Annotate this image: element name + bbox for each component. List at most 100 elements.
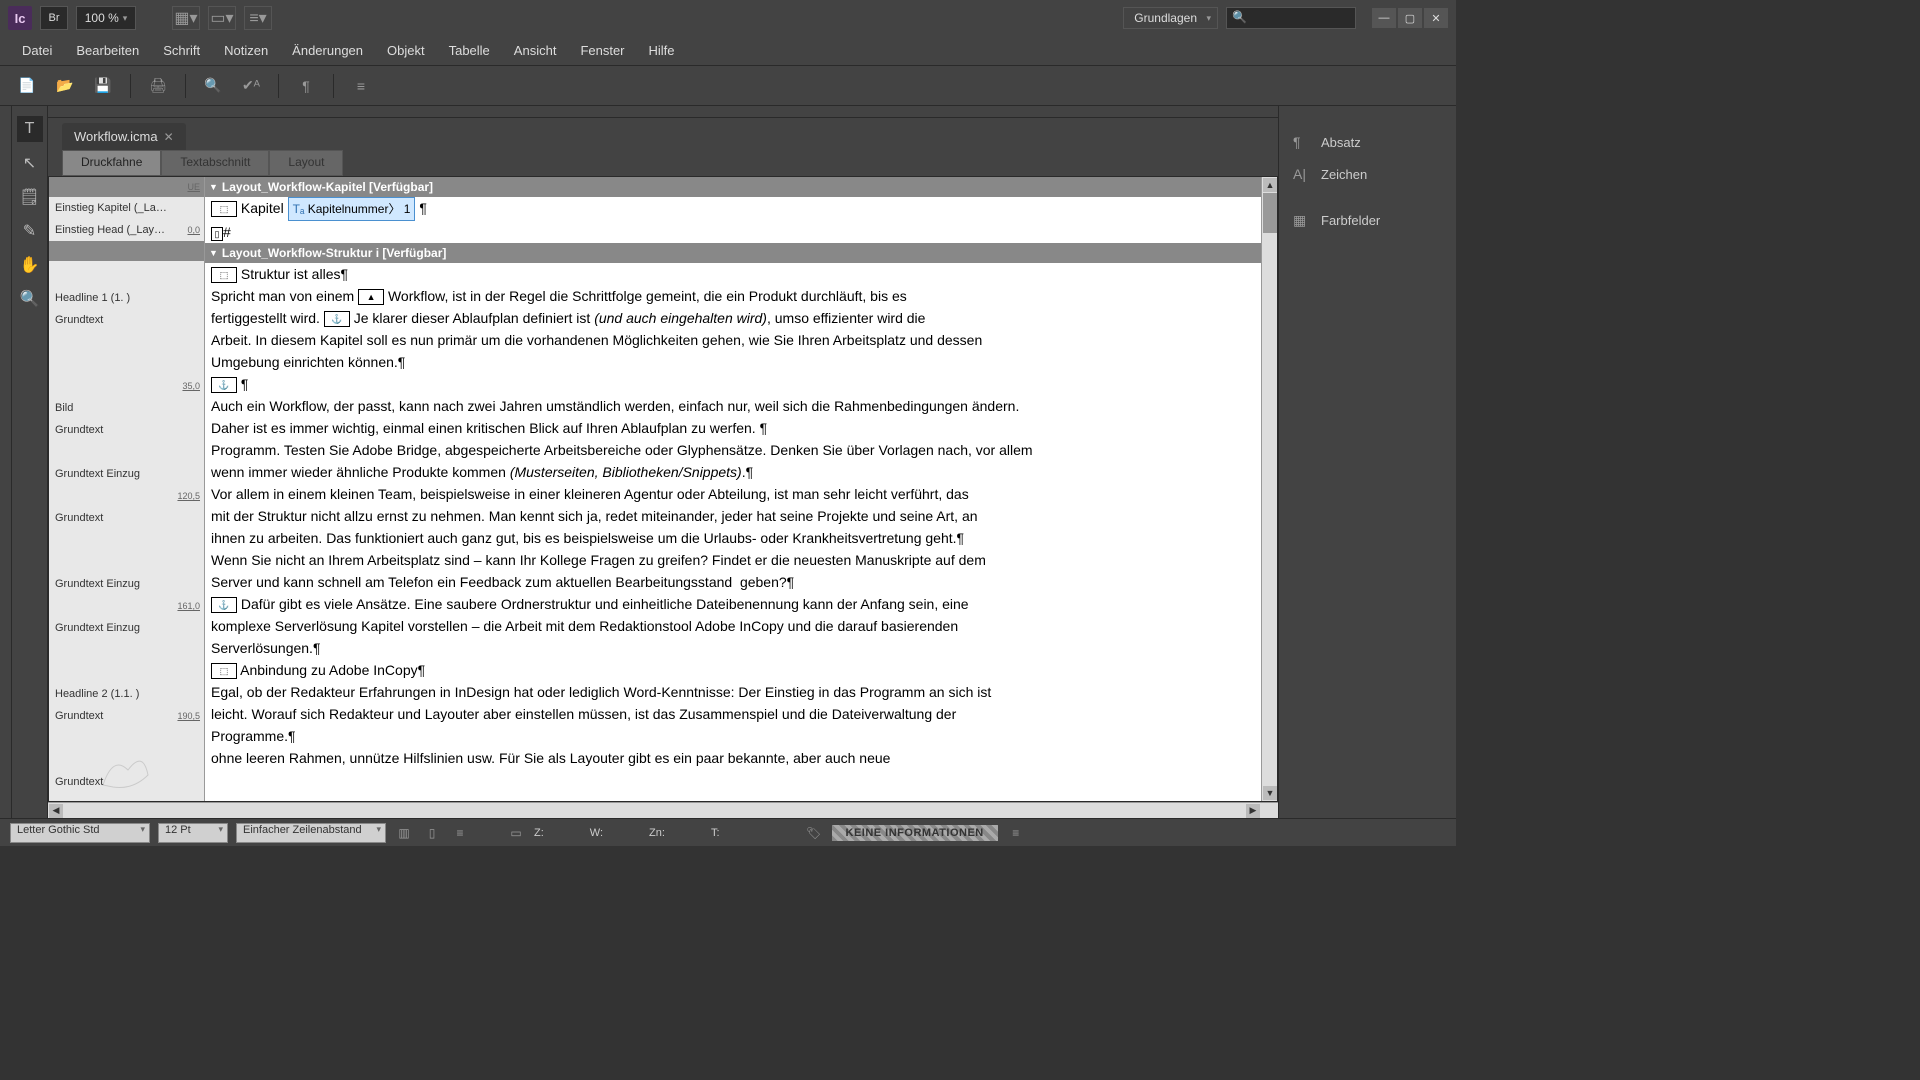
align-icon[interactable]: ≡ xyxy=(450,823,470,843)
anchored-object-marker[interactable]: ⬚ xyxy=(211,663,237,679)
document-tab[interactable]: Workflow.icma ✕ xyxy=(62,123,186,150)
right-panel-dock: ¶Absatz A|Zeichen ▦Farbfelder xyxy=(1278,106,1456,818)
hand-tool-icon[interactable]: ✋ xyxy=(17,252,43,278)
view-mode-tabs: Druckfahne Textabschnitt Layout xyxy=(48,150,1278,176)
assignment-status: KEINE INFORMATIONEN xyxy=(832,825,998,841)
anchored-object-marker[interactable]: ⚓ xyxy=(211,597,237,613)
menu-schrift[interactable]: Schrift xyxy=(153,39,210,62)
style-label[interactable]: Grundtext Einzug xyxy=(55,622,140,634)
stats-icon[interactable]: ▭ xyxy=(506,823,526,843)
panel-zeichen[interactable]: A|Zeichen xyxy=(1279,160,1456,188)
scroll-left-icon[interactable]: ◀ xyxy=(49,804,63,818)
menu-bearbeiten[interactable]: Bearbeiten xyxy=(66,39,149,62)
anchored-object-marker[interactable]: ⚓ xyxy=(211,377,237,393)
style-label[interactable]: Einstieg Kapitel (_La… xyxy=(55,202,167,214)
font-family-select[interactable]: Letter Gothic Std xyxy=(10,823,150,843)
screen-mode-flyout[interactable]: ▦▾ xyxy=(172,6,200,30)
swatches-icon: ▦ xyxy=(1293,212,1311,229)
view-tab-druckfahne[interactable]: Druckfahne xyxy=(62,150,161,176)
columns-icon[interactable]: ▥ xyxy=(394,823,414,843)
print-icon[interactable]: 🖨 xyxy=(143,73,173,99)
anchored-image-marker[interactable]: ▲ xyxy=(358,289,384,305)
page-icon[interactable]: ▯ xyxy=(422,823,442,843)
save-file-icon[interactable]: 💾 xyxy=(88,73,118,99)
note-tool-icon[interactable]: 🗒 xyxy=(17,184,43,210)
left-dock-strip[interactable] xyxy=(0,106,12,818)
paragraph-icon: ¶ xyxy=(1293,134,1311,150)
menu-ansicht[interactable]: Ansicht xyxy=(504,39,567,62)
z-label: Z: xyxy=(534,827,544,839)
anchored-object-marker[interactable]: ⚓ xyxy=(324,311,350,327)
direct-select-tool-icon[interactable]: ↖ xyxy=(17,150,43,176)
anchored-object-marker[interactable]: ⬚ xyxy=(211,201,237,217)
font-size-select[interactable]: 12 Pt xyxy=(158,823,228,843)
eyedropper-tool-icon[interactable]: ✎ xyxy=(17,218,43,244)
view-tab-layout[interactable]: Layout xyxy=(269,150,343,176)
menu-tabelle[interactable]: Tabelle xyxy=(439,39,500,62)
show-hidden-chars-icon[interactable]: ¶ xyxy=(291,73,321,99)
collapse-icon[interactable]: ▼ xyxy=(209,177,218,198)
anchored-object-marker[interactable]: ⬚ xyxy=(211,267,237,283)
type-tool-icon[interactable]: T xyxy=(17,116,43,142)
zoom-level-select[interactable]: 100 % xyxy=(76,6,136,30)
vertical-scrollbar[interactable]: ▲ ▼ xyxy=(1261,177,1277,801)
text-variable-marker[interactable]: Tₐ Kapitelnummer〉 1 xyxy=(288,197,416,221)
menu-aenderungen[interactable]: Änderungen xyxy=(282,39,373,62)
text-column[interactable]: ▼Layout_Workflow-Kapitel [Verfügbar] ⬚ K… xyxy=(205,177,1277,801)
style-label[interactable]: Grundtext Einzug xyxy=(55,578,140,590)
menu-fenster[interactable]: Fenster xyxy=(570,39,634,62)
panel-farbfelder[interactable]: ▦Farbfelder xyxy=(1279,206,1456,235)
scroll-right-icon[interactable]: ▶ xyxy=(1246,804,1260,818)
t-label: T: xyxy=(711,827,720,839)
leading-select[interactable]: Einfacher Zeilenabstand xyxy=(236,823,386,843)
panel-absatz[interactable]: ¶Absatz xyxy=(1279,128,1456,156)
style-label[interactable]: Grundtext xyxy=(55,314,103,326)
open-file-icon[interactable]: 📂 xyxy=(50,73,80,99)
menu-hilfe[interactable]: Hilfe xyxy=(639,39,685,62)
galley-view: UE Einstieg Kapitel (_La… Einstieg Head … xyxy=(48,176,1278,802)
bridge-button[interactable]: Br xyxy=(40,6,68,30)
document-tabs: Workflow.icma ✕ xyxy=(48,118,1278,150)
control-menu-icon[interactable]: ≡ xyxy=(1006,823,1026,843)
style-label[interactable]: Bild xyxy=(55,402,73,414)
style-label[interactable]: Grundtext xyxy=(55,512,103,524)
style-label[interactable]: Grundtext xyxy=(55,710,103,722)
new-file-icon[interactable]: 📄 xyxy=(12,73,42,99)
workspace-select[interactable]: Grundlagen xyxy=(1123,7,1218,29)
menu-datei[interactable]: Datei xyxy=(12,39,62,62)
column-header-ue: UE xyxy=(187,182,200,192)
scroll-down-icon[interactable]: ▼ xyxy=(1263,786,1277,800)
arrange-docs-flyout[interactable]: ▭▾ xyxy=(208,6,236,30)
find-icon[interactable]: 🔍 xyxy=(198,73,228,99)
style-label[interactable]: Grundtext Einzug xyxy=(55,468,140,480)
document-tab-title: Workflow.icma xyxy=(74,129,158,144)
collapse-icon[interactable]: ▼ xyxy=(209,242,218,264)
close-tab-icon[interactable]: ✕ xyxy=(164,130,174,144)
w-label: W: xyxy=(590,827,603,839)
horizontal-scrollbar[interactable]: ◀ ▶ xyxy=(48,802,1278,818)
spellcheck-icon[interactable]: ✔ᴬ xyxy=(236,73,266,99)
view-options-flyout[interactable]: ≡▾ xyxy=(244,6,272,30)
scroll-up-icon[interactable]: ▲ xyxy=(1263,178,1277,192)
view-tab-textabschnitt[interactable]: Textabschnitt xyxy=(161,150,269,176)
scroll-thumb[interactable] xyxy=(1263,193,1277,233)
story-header-kapitel[interactable]: ▼Layout_Workflow-Kapitel [Verfügbar] xyxy=(205,177,1277,197)
menu-objekt[interactable]: Objekt xyxy=(377,39,435,62)
style-label[interactable]: Grundtext xyxy=(55,424,103,436)
minimize-button[interactable]: — xyxy=(1372,8,1396,28)
toolbar-menu-icon[interactable]: ≡ xyxy=(346,73,376,99)
zoom-tool-icon[interactable]: 🔍 xyxy=(17,286,43,312)
menu-notizen[interactable]: Notizen xyxy=(214,39,278,62)
close-window-button[interactable]: ✕ xyxy=(1424,8,1448,28)
style-label[interactable]: Grundtext xyxy=(55,776,103,788)
maximize-button[interactable]: ▢ xyxy=(1398,8,1422,28)
style-label[interactable]: Headline 2 (1.1. ) xyxy=(55,688,139,700)
assignment-icon[interactable]: 🏷 xyxy=(804,823,824,843)
menubar: Datei Bearbeiten Schrift Notizen Änderun… xyxy=(0,36,1456,66)
style-label[interactable]: Einstieg Head (_Lay… xyxy=(55,224,165,236)
style-column: UE Einstieg Kapitel (_La… Einstieg Head … xyxy=(49,177,205,801)
style-label[interactable]: Headline 1 (1. ) xyxy=(55,292,130,304)
story-header-struktur[interactable]: ▼Layout_Workflow-Struktur i [Verfügbar] xyxy=(205,243,1277,263)
zn-label: Zn: xyxy=(649,827,665,839)
titlebar: Ic Br 100 % ▦▾ ▭▾ ≡▾ Grundlagen 🔍 — ▢ ✕ xyxy=(0,0,1456,36)
